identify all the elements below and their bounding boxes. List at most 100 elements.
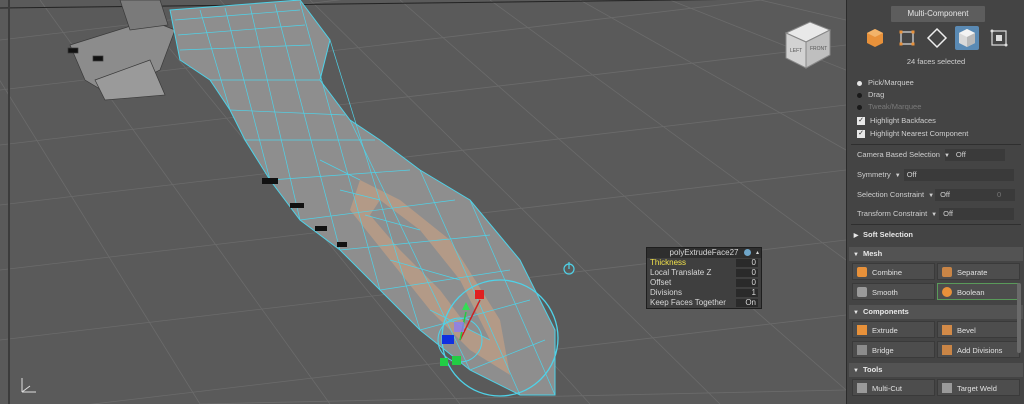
option-label: Highlight Nearest Component (870, 129, 969, 138)
add-divisions-icon (942, 345, 952, 356)
constraint-number: 0 (997, 190, 1002, 199)
transform-constraint[interactable]: Transform Constraint ▼ Off (857, 208, 953, 220)
dropdown-arrow-icon[interactable]: ▼ (931, 212, 937, 218)
collapse-arrow-icon: ▼ (853, 368, 859, 374)
highlight-backfaces-checkbox[interactable]: ✓ Highlight Backfaces (857, 115, 936, 126)
prop-value: Off (906, 170, 917, 179)
multi-component-button[interactable]: Multi-Component (891, 6, 985, 22)
target-weld-button[interactable]: Target Weld (937, 379, 1020, 396)
tools-section-header[interactable]: ▼ Tools (849, 363, 1023, 377)
button-label: Multi-Cut (872, 384, 903, 393)
target-weld-icon (942, 383, 952, 394)
drag-option[interactable]: Drag (857, 89, 884, 100)
hud-label: Thickness (650, 258, 687, 267)
object-mode-icon[interactable] (863, 26, 887, 50)
soft-selection-header[interactable]: ▶ Soft Selection (849, 228, 1023, 242)
radio-on-icon (857, 80, 862, 86)
in-view-editor[interactable]: polyExtrudeFace27 ▴ Thickness 0 Local Tr… (646, 247, 762, 309)
hud-value-field[interactable]: 0 (736, 259, 758, 267)
smooth-button[interactable]: Smooth (852, 283, 935, 300)
extrude-icon (857, 325, 867, 336)
bridge-button[interactable]: Bridge (852, 341, 935, 358)
modeling-toolkit-panel: Multi-Component 24 faces selected Pick/M… (846, 0, 1024, 404)
prop-value: Off (955, 150, 966, 159)
add-divisions-button[interactable]: Add Divisions (937, 341, 1020, 358)
mesh-section-header[interactable]: ▼ Mesh (849, 247, 1023, 261)
separate-button[interactable]: Separate (937, 263, 1020, 280)
button-label: Bevel (957, 326, 976, 335)
3d-viewport[interactable]: LEFT FRONT polyExtrudeFace27 ▴ Thickness… (0, 0, 846, 404)
hud-value-field[interactable]: 0 (736, 269, 758, 277)
panel-scrollbar[interactable] (1017, 283, 1021, 353)
dropdown-arrow-icon[interactable]: ▼ (944, 153, 950, 159)
bevel-icon (942, 325, 952, 336)
radio-off-icon (857, 104, 862, 110)
button-label: Target Weld (957, 384, 997, 393)
face-mode-icon[interactable] (955, 26, 979, 50)
selection-count: 24 faces selected (906, 57, 966, 66)
section-title: Tools (863, 365, 883, 374)
prop-value: Off (943, 209, 953, 218)
pick-marquee-option[interactable]: Pick/Marquee (857, 77, 914, 88)
collapse-arrow-icon: ▼ (853, 252, 859, 258)
hud-row-thickness[interactable]: Thickness 0 (647, 258, 761, 268)
pivot-icon (563, 262, 575, 275)
toggle-icon[interactable] (744, 249, 751, 256)
hud-value-field[interactable]: 0 (736, 279, 758, 287)
axis-triad (21, 378, 36, 393)
hud-label: Offset (650, 278, 672, 287)
hud-value-field[interactable]: 1 (736, 289, 758, 297)
hud-row-divisions[interactable]: Divisions 1 (647, 288, 761, 298)
knife-handle (67, 0, 176, 101)
extrude-button[interactable]: Extrude (852, 321, 935, 338)
multi-cut-button[interactable]: Multi-Cut (852, 379, 935, 396)
hud-value-field[interactable]: On (736, 299, 758, 307)
divider (851, 144, 1021, 145)
radio-off-icon (857, 92, 862, 98)
field-bg (904, 169, 1014, 181)
prop-label: Selection Constraint (857, 190, 925, 199)
button-label: Separate (957, 268, 988, 277)
component-mode-icons (861, 26, 1011, 52)
boolean-button[interactable]: Boolean (937, 283, 1020, 300)
boolean-icon (942, 287, 952, 298)
combine-button[interactable]: Combine (852, 263, 935, 280)
divider (851, 224, 1021, 225)
hud-label: Divisions (650, 288, 683, 297)
combine-icon (857, 267, 867, 278)
button-label: Extrude (872, 326, 898, 335)
option-label: Pick/Marquee (868, 78, 914, 87)
dropdown-arrow-icon[interactable]: ▼ (895, 173, 901, 179)
hud-row-keep-faces-together[interactable]: Keep Faces Together On (647, 298, 761, 308)
tweak-marquee-option[interactable]: Tweak/Marquee (857, 101, 921, 112)
button-label: Boolean (957, 288, 985, 297)
option-label: Highlight Backfaces (870, 116, 936, 125)
hud-label: Local Translate Z (650, 268, 712, 277)
hud-row-local-translate-z[interactable]: Local Translate Z 0 (647, 268, 761, 278)
collapse-icon[interactable]: ▴ (756, 248, 759, 258)
uv-mode-icon[interactable] (987, 26, 1011, 50)
section-title: Soft Selection (863, 230, 914, 239)
in-view-editor-title: polyExtrudeFace27 ▴ (647, 248, 761, 258)
viewport-scene: LEFT FRONT (0, 0, 846, 404)
option-label: Tweak/Marquee (868, 102, 922, 111)
section-title: Components (863, 307, 909, 316)
smooth-icon (857, 287, 867, 298)
symmetry-setting[interactable]: Symmetry ▼ Off (857, 169, 917, 181)
edge-mode-icon[interactable] (925, 26, 949, 50)
selection-constraint[interactable]: Selection Constraint ▼ Off (857, 189, 950, 201)
button-label: Add Divisions (957, 346, 1003, 355)
vertex-mode-icon[interactable] (895, 26, 919, 50)
expand-arrow-icon: ▶ (853, 233, 859, 239)
hud-row-offset[interactable]: Offset 0 (647, 278, 761, 288)
collapse-arrow-icon: ▼ (853, 310, 859, 316)
dropdown-arrow-icon[interactable]: ▼ (928, 193, 934, 199)
camera-based-selection[interactable]: Camera Based Selection ▼ Off (857, 149, 966, 161)
option-label: Drag (868, 90, 885, 99)
section-title: Mesh (863, 249, 883, 258)
prop-label: Camera Based Selection (857, 150, 940, 159)
components-section-header[interactable]: ▼ Components (849, 305, 1023, 319)
highlight-nearest-checkbox[interactable]: ✓ Highlight Nearest Component (857, 128, 968, 139)
svg-text:LEFT: LEFT (790, 48, 802, 54)
bevel-button[interactable]: Bevel (937, 321, 1020, 338)
